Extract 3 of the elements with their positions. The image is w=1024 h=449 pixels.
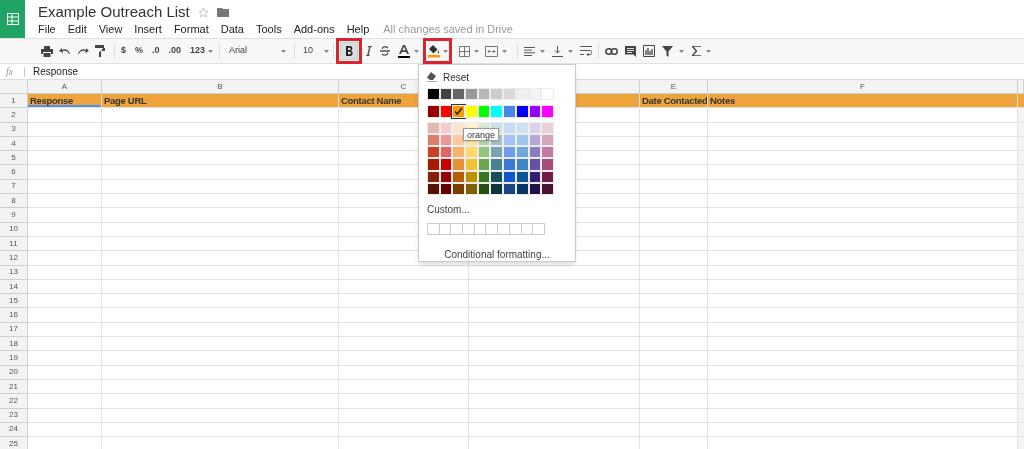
tooltip: orange bbox=[463, 128, 500, 141]
save-status: All changes saved in Drive bbox=[382, 21, 513, 37]
function-icon: fx bbox=[0, 64, 24, 79]
